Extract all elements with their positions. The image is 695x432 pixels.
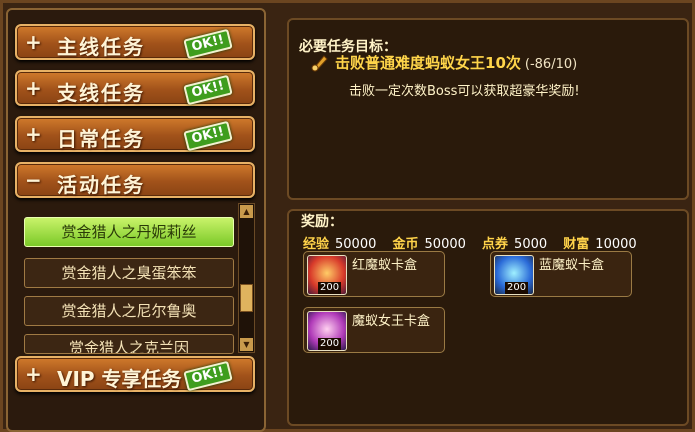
scroll-quest-icon bbox=[311, 55, 328, 72]
expand-icon: + bbox=[25, 362, 42, 386]
stat-exp-label: 经验 bbox=[303, 237, 330, 252]
stat-wealth-value: 10000 bbox=[595, 237, 637, 252]
category-label: 支线任务 bbox=[57, 81, 145, 105]
stat-coupon-value: 5000 bbox=[514, 237, 548, 252]
collapse-icon: − bbox=[25, 168, 42, 192]
item-name: 魔蚁女王卡盒 bbox=[352, 314, 431, 329]
subtask-scrollbar[interactable]: ▲ ▼ bbox=[238, 203, 255, 353]
item-name: 蓝魔蚁卡盒 bbox=[539, 258, 605, 273]
reward-panel: 奖励： 经验 50000 金币 50000 点券 5000 财富 10000 200 红… bbox=[287, 209, 689, 426]
completed-badge: OK!! bbox=[183, 28, 233, 60]
category-label: VIP 专享任务 bbox=[57, 367, 182, 391]
expand-icon: + bbox=[25, 30, 42, 54]
category-main-quest[interactable]: + 主线任务 OK!! bbox=[15, 24, 255, 60]
category-event-quest[interactable]: − 活动任务 bbox=[15, 162, 255, 198]
stat-exp-value: 50000 bbox=[335, 237, 377, 252]
goal-text: 击败普通难度蚂蚁女王10次 bbox=[335, 54, 521, 72]
objective-description: 击败一定次数Boss可以获取超豪华奖励! bbox=[349, 84, 580, 99]
reward-heading: 奖励： bbox=[301, 214, 343, 230]
item-qty: 200 bbox=[318, 282, 342, 294]
subtask-item[interactable]: 赏金猎人之丹妮莉丝 bbox=[24, 217, 234, 247]
stat-wealth-label: 财富 bbox=[563, 237, 590, 252]
reward-item[interactable]: 200 红魔蚁卡盒 bbox=[303, 251, 445, 297]
reward-item[interactable]: 200 魔蚁女王卡盒 bbox=[303, 307, 445, 353]
expand-icon: + bbox=[25, 122, 42, 146]
item-name: 红魔蚁卡盒 bbox=[352, 258, 418, 273]
stat-gold-value: 50000 bbox=[424, 237, 466, 252]
category-label: 活动任务 bbox=[57, 173, 145, 197]
objective-goal: 击败普通难度蚂蚁女王10次 (-86/10) bbox=[335, 52, 577, 73]
objective-panel: 必要任务目标： 击败普通难度蚂蚁女王10次 (-86/10) 击败一定次数Boss… bbox=[287, 18, 689, 200]
completed-badge: OK!! bbox=[183, 120, 233, 152]
subtask-item[interactable]: 赏金猎人之克兰因 bbox=[24, 334, 234, 354]
scroll-up-icon[interactable]: ▲ bbox=[240, 205, 253, 218]
scroll-down-icon[interactable]: ▼ bbox=[240, 338, 253, 351]
reward-stats: 经验 50000 金币 50000 点券 5000 财富 10000 bbox=[303, 233, 649, 252]
category-label: 日常任务 bbox=[57, 127, 145, 151]
reward-item[interactable]: 200 蓝魔蚁卡盒 bbox=[490, 251, 632, 297]
item-qty: 200 bbox=[505, 282, 529, 294]
subtask-item[interactable]: 赏金猎人之尼尔鲁奥 bbox=[24, 296, 234, 326]
expand-icon: + bbox=[25, 76, 42, 100]
category-daily-quest[interactable]: + 日常任务 OK!! bbox=[15, 116, 255, 152]
scroll-thumb[interactable] bbox=[240, 284, 253, 312]
category-vip-quest[interactable]: + VIP 专享任务 OK!! bbox=[15, 356, 255, 392]
stat-coupon-label: 点券 bbox=[482, 237, 509, 252]
goal-progress: (-86/10) bbox=[524, 57, 578, 72]
category-label: 主线任务 bbox=[57, 35, 145, 59]
stat-gold-label: 金币 bbox=[392, 237, 419, 252]
item-qty: 200 bbox=[318, 338, 342, 350]
completed-badge: OK!! bbox=[183, 74, 233, 106]
category-side-quest[interactable]: + 支线任务 OK!! bbox=[15, 70, 255, 106]
completed-badge: OK!! bbox=[183, 360, 233, 392]
subtask-item[interactable]: 赏金猎人之臭蛋笨笨 bbox=[24, 258, 234, 288]
